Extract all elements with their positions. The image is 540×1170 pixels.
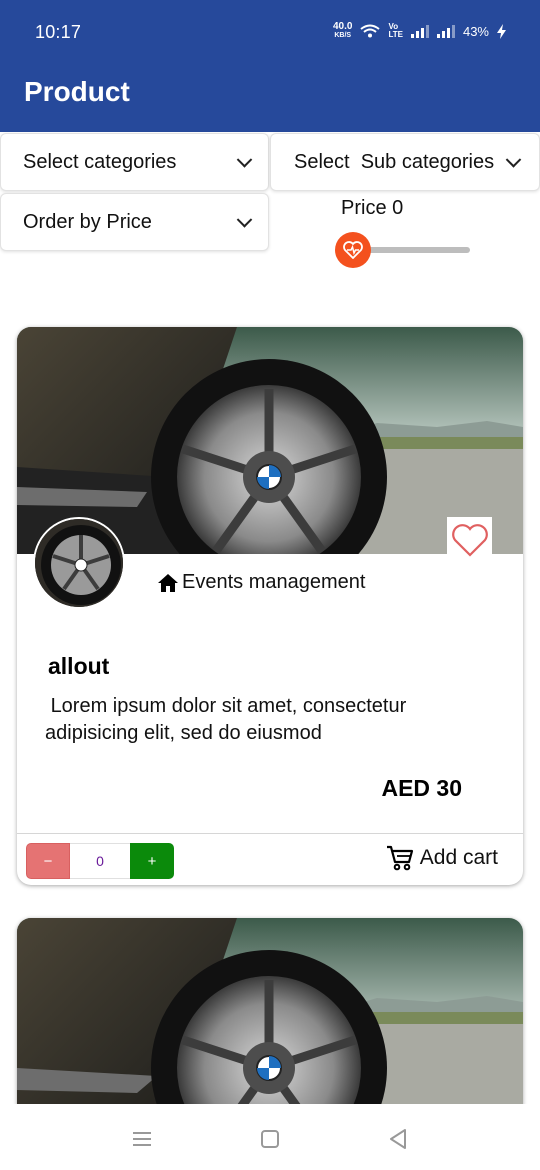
volte-icon: Vo LTE xyxy=(388,22,403,39)
price-slider-track[interactable] xyxy=(354,247,470,253)
wifi-icon xyxy=(360,24,381,38)
battery-level: 43% xyxy=(462,23,489,39)
add-cart-button[interactable]: Add cart xyxy=(386,845,498,871)
heart-icon xyxy=(451,523,488,557)
category-dropdown-label: Select categories xyxy=(23,150,177,173)
quantity-value[interactable]: 0 xyxy=(70,843,130,879)
product-title: allout xyxy=(48,653,110,679)
subcategory-dropdown-label: Select Sub categories xyxy=(294,150,495,173)
product-price: AED 30 xyxy=(381,775,462,801)
recent-apps-button[interactable] xyxy=(127,1124,157,1154)
product-card[interactable]: Events management allout Lorem ipsum dol… xyxy=(17,327,523,885)
back-button[interactable] xyxy=(383,1124,413,1154)
menu-icon xyxy=(133,1132,151,1146)
product-card[interactable] xyxy=(17,918,523,1118)
product-description: Lorem ipsum dolor sit amet, consectetur … xyxy=(45,695,412,744)
app-bar: Product xyxy=(0,48,540,132)
signal-icon-2 xyxy=(436,24,455,38)
order-dropdown-label: Order by Price xyxy=(23,210,152,233)
chevron-down-icon xyxy=(236,152,253,168)
page-title: Product xyxy=(24,76,130,107)
favorite-button[interactable] xyxy=(447,517,492,562)
chevron-down-icon xyxy=(505,152,522,168)
back-triangle-icon xyxy=(390,1129,406,1149)
system-nav-bar xyxy=(0,1104,540,1170)
add-cart-label: Add cart xyxy=(419,846,498,869)
price-label: Price 0 xyxy=(341,197,404,219)
network-speed: 40.0 KB/S xyxy=(332,21,353,40)
status-bar: 10:17 40.0 KB/S Vo LTE 43% xyxy=(0,0,540,48)
price-slider-thumb[interactable] xyxy=(335,232,371,268)
home-button[interactable] xyxy=(255,1124,285,1154)
heart-pulse-icon xyxy=(343,241,363,259)
product-image xyxy=(17,918,523,1118)
order-dropdown[interactable]: Order by Price xyxy=(0,193,269,251)
decrease-quantity-button[interactable]: − xyxy=(26,843,70,879)
increase-quantity-button[interactable]: + xyxy=(130,843,174,879)
chevron-down-icon xyxy=(236,212,253,228)
status-time: 10:17 xyxy=(35,22,82,42)
product-category: Events management xyxy=(157,571,365,594)
product-category-label: Events management xyxy=(182,571,366,593)
square-icon xyxy=(261,1130,279,1148)
charging-icon xyxy=(497,23,506,39)
signal-icon xyxy=(410,24,429,38)
card-footer: − 0 + Add cart xyxy=(17,833,523,885)
home-icon xyxy=(158,573,178,592)
status-icons: 40.0 KB/S Vo LTE 43% xyxy=(333,22,506,40)
quantity-stepper: − 0 + xyxy=(26,843,174,879)
avatar xyxy=(33,517,125,609)
category-dropdown[interactable]: Select categories xyxy=(0,133,269,191)
cart-icon xyxy=(386,845,413,871)
subcategory-dropdown[interactable]: Select Sub categories xyxy=(270,133,540,191)
